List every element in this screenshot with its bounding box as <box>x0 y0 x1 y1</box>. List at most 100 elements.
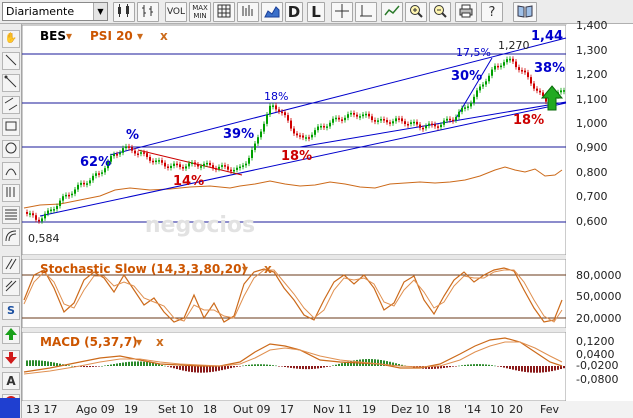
macd-histogram-bar <box>224 366 226 370</box>
macd-histogram-bar <box>215 366 217 372</box>
candle-body <box>476 90 478 97</box>
macd-histogram-bar <box>542 366 544 373</box>
x-tick: 18 <box>437 403 451 416</box>
candle-body <box>467 106 469 108</box>
macd-histogram-bar <box>29 360 31 366</box>
macd-histogram-bar <box>137 361 139 366</box>
candle-body <box>161 160 163 163</box>
candle-body <box>242 165 244 167</box>
macd-histogram-bar <box>371 359 373 366</box>
candle-body <box>425 125 427 129</box>
y-tick: 1,200 <box>576 68 608 81</box>
macd-histogram-bar <box>41 360 43 366</box>
stochastic-label[interactable]: Stochastic Slow (14,3,3,80,20) <box>40 262 247 276</box>
macd-histogram-bar <box>32 360 34 366</box>
x-tick: Dez 10 <box>391 403 430 416</box>
annotation-pct: % <box>126 128 139 143</box>
macd-histogram-bar <box>458 365 460 367</box>
main-panel <box>21 24 567 256</box>
macd-histogram-bar <box>230 366 232 369</box>
candle-body <box>308 137 310 139</box>
macd-histogram-bar <box>164 365 166 367</box>
candle-body <box>512 58 514 62</box>
dropdown-arrow-icon[interactable]: ▾ <box>136 335 142 349</box>
candle-body <box>146 153 148 157</box>
candle-body <box>305 137 307 139</box>
candle-body <box>131 147 133 151</box>
candle-body <box>251 149 253 158</box>
candle-body <box>215 168 217 170</box>
candle-body <box>212 165 214 169</box>
macd-histogram-bar <box>89 366 91 368</box>
dropdown-arrow-icon[interactable]: ▾ <box>66 29 72 43</box>
candle-body <box>194 162 196 165</box>
panel-splitter[interactable] <box>22 255 566 259</box>
macd-histogram-bar <box>479 364 481 366</box>
candle-body <box>527 72 529 78</box>
candle-body <box>335 117 337 120</box>
annotation-39-pct: 39% <box>223 127 254 142</box>
candle-body <box>134 150 136 154</box>
panel-splitter[interactable] <box>22 328 566 332</box>
candle-body <box>341 119 343 121</box>
annotation-17-5-pct: 17,5% <box>456 46 491 59</box>
candle-body <box>257 137 259 144</box>
macd-histogram-bar <box>323 366 325 368</box>
candle-body <box>29 213 31 215</box>
dropdown-arrow-icon[interactable]: ▾ <box>242 262 248 276</box>
dropdown-arrow-icon[interactable]: ▾ <box>137 29 143 43</box>
annotation-channel-target: 1,44 <box>531 29 563 44</box>
close-indicator-icon[interactable]: x <box>156 335 164 349</box>
candle-body <box>533 83 535 89</box>
macd-histogram-bar <box>485 364 487 366</box>
candle-body <box>122 148 124 153</box>
macd-histogram-bar <box>50 361 52 366</box>
candle-body <box>311 134 313 138</box>
macd-histogram-bar <box>500 366 502 367</box>
candle-body <box>452 119 454 122</box>
macd-histogram-bar <box>119 362 121 366</box>
macd-histogram-bar <box>104 365 106 367</box>
macd-histogram-bar <box>251 364 253 366</box>
macd-histogram-bar <box>83 366 85 368</box>
candle-body <box>302 135 304 138</box>
macd-histogram-bar <box>260 364 262 366</box>
macd-histogram-bar <box>503 366 505 368</box>
candle-body <box>167 166 169 168</box>
candle-body <box>365 113 367 116</box>
macd-histogram-bar <box>197 366 199 373</box>
macd-histogram-bar <box>476 364 478 366</box>
candle-body <box>392 121 394 124</box>
macd-histogram-bar <box>254 364 256 366</box>
candle-body <box>383 119 385 121</box>
annotation-62-pct: 62% <box>80 155 111 170</box>
candle-body <box>26 212 28 214</box>
close-indicator-icon[interactable]: x <box>264 262 272 276</box>
macd-histogram-bar <box>263 364 265 366</box>
candle-body <box>404 121 406 125</box>
macd-histogram-bar <box>95 366 97 367</box>
close-indicator-icon[interactable]: x <box>160 29 168 43</box>
macd-histogram-bar <box>266 364 268 366</box>
y-tick: 1,400 <box>576 19 608 32</box>
candle-body <box>32 213 34 216</box>
candle-body <box>491 69 493 76</box>
macd-histogram-bar <box>53 362 55 366</box>
chart-area: negocios BES ▾ PSI 20 ▾ x % 62% 14% 39% … <box>21 19 633 418</box>
annotation-14-pct: 14% <box>173 174 204 189</box>
macd-histogram-bar <box>275 365 277 367</box>
macd-histogram-bar <box>227 366 229 369</box>
macd-histogram-bar <box>344 362 346 366</box>
x-tick: 10 <box>490 403 504 416</box>
watermark: negocios <box>145 213 255 238</box>
macd-histogram-bar <box>290 366 292 368</box>
candle-body <box>35 215 37 220</box>
macd-histogram-bar <box>341 363 343 366</box>
candle-body <box>245 163 247 166</box>
x-tick: Nov 11 <box>313 403 352 416</box>
macd-histogram-bar <box>68 365 70 366</box>
macd-label[interactable]: MACD (5,37,7) <box>40 335 138 349</box>
psi20-indicator-label[interactable]: PSI 20 <box>90 29 133 43</box>
candle-body <box>149 156 151 161</box>
macd-histogram-bar <box>446 366 448 368</box>
